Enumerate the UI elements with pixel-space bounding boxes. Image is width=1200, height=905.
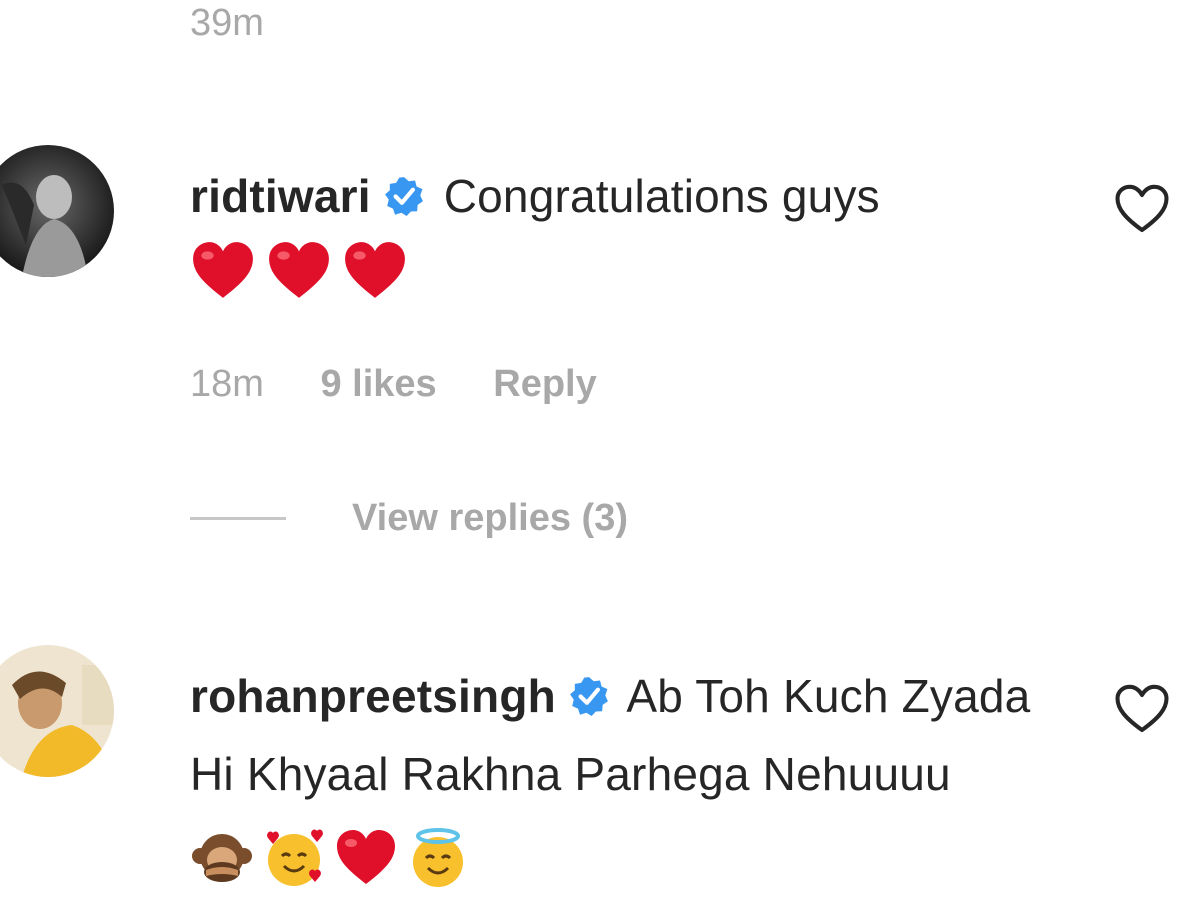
- comment-username[interactable]: rohanpreetsingh: [190, 670, 556, 722]
- comment-meta: 18m 9 likes Reply: [190, 363, 643, 406]
- comment-emojis: [190, 238, 418, 327]
- like-heart-icon[interactable]: [1114, 683, 1174, 739]
- view-replies-button[interactable]: View replies (3): [190, 497, 628, 540]
- red-heart-icon: [334, 826, 398, 890]
- comment-username[interactable]: ridtiwari: [190, 170, 371, 222]
- reply-button[interactable]: Reply: [493, 363, 596, 405]
- avatar[interactable]: [0, 645, 114, 777]
- view-replies-label[interactable]: View replies (3): [352, 497, 628, 540]
- comment-likes[interactable]: 9 likes: [320, 363, 436, 405]
- comment-emojis: [190, 826, 478, 905]
- comment-text: Congratulations guys: [443, 170, 880, 222]
- previous-comment-time: 39m: [190, 2, 264, 44]
- like-heart-icon[interactable]: [1114, 183, 1174, 239]
- verified-badge-icon: [383, 175, 425, 217]
- divider-line: [190, 517, 286, 520]
- smiling-face-with-hearts-icon: [262, 826, 326, 890]
- comment-time: 18m: [190, 363, 264, 405]
- red-heart-icon: [342, 238, 408, 304]
- verified-badge-icon: [568, 675, 610, 717]
- smiling-face-with-halo-icon: [406, 826, 470, 890]
- red-heart-icon: [266, 238, 332, 304]
- red-heart-icon: [190, 238, 256, 304]
- avatar[interactable]: [0, 145, 114, 277]
- speak-no-evil-monkey-icon: [190, 826, 254, 890]
